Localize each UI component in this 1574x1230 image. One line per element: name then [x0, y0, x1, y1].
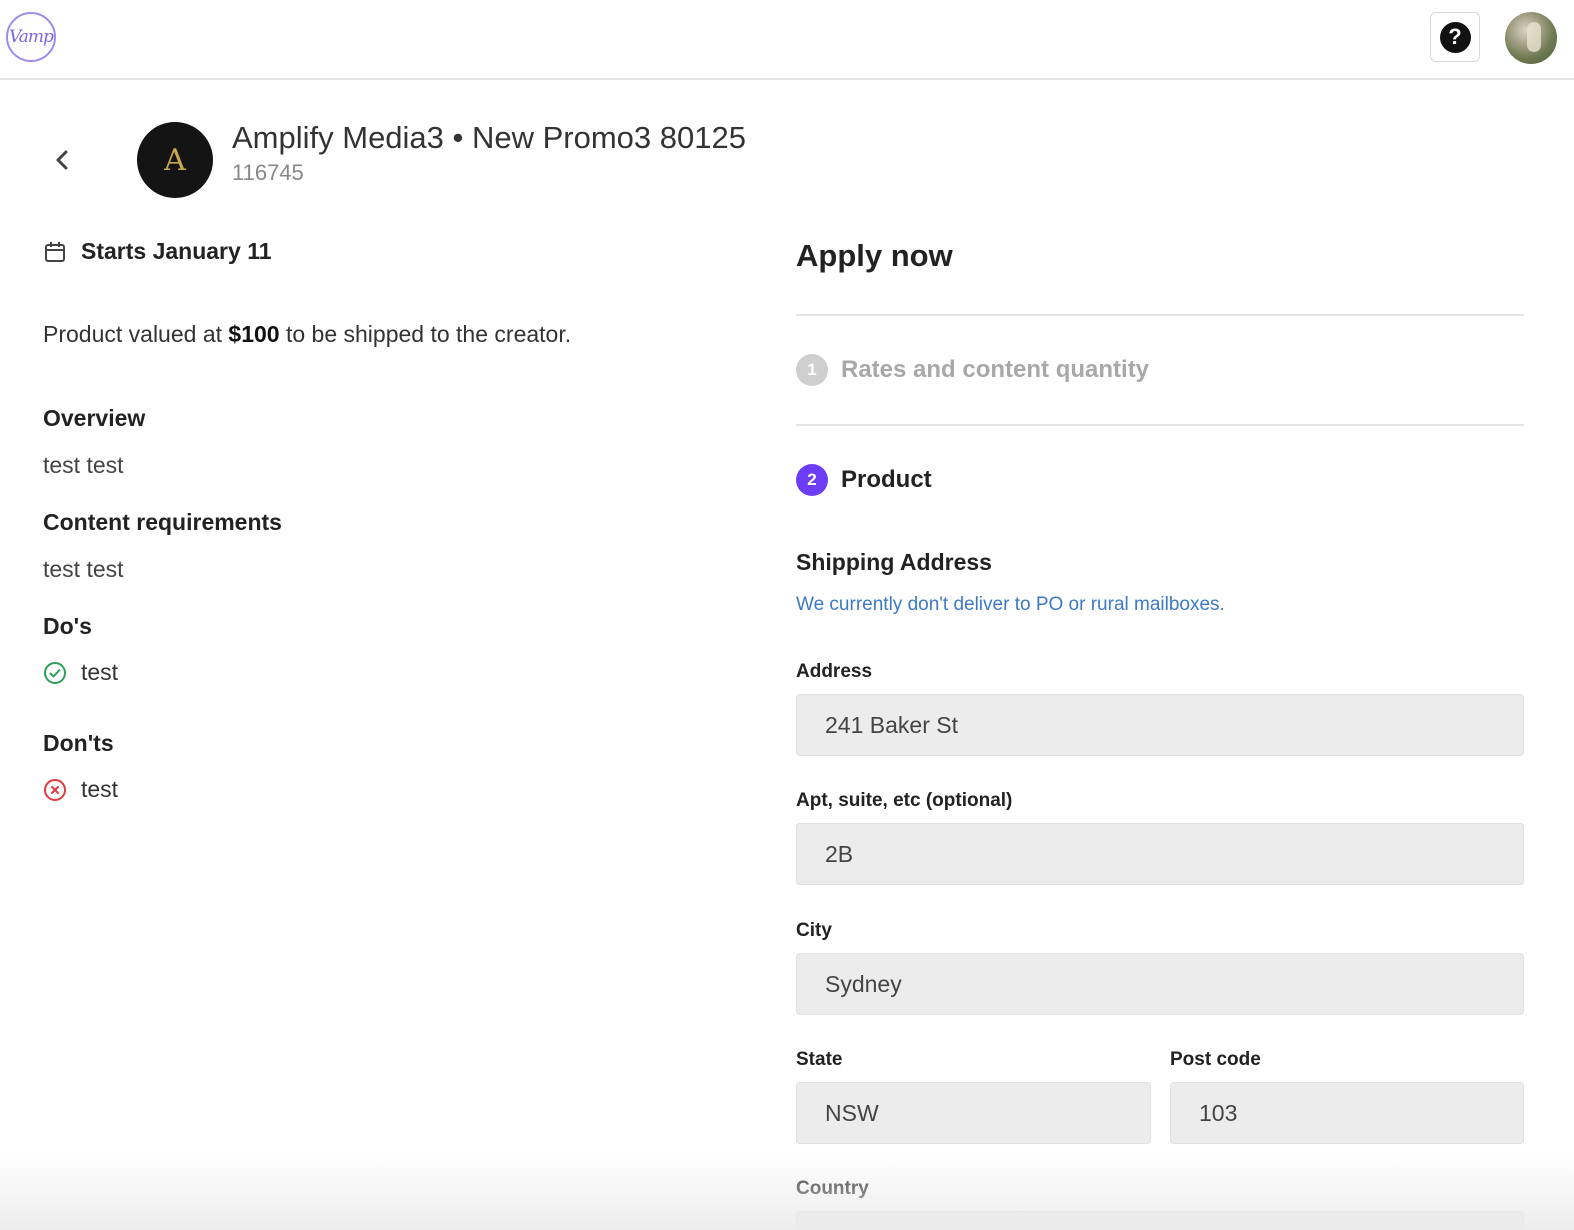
product-value-text: Product valued at $100 to be shipped to …: [43, 321, 571, 348]
step-label: Rates and content quantity: [841, 356, 1150, 383]
value-amount: $100: [228, 321, 280, 347]
help-button[interactable]: ?: [1430, 12, 1480, 62]
apt-label: Apt, suite, etc (optional): [796, 790, 1013, 811]
shipping-heading: Shipping Address: [796, 549, 992, 575]
vamp-logo[interactable]: Vamp: [6, 12, 56, 62]
campaign-id: 116745: [232, 160, 304, 185]
x-circle-icon: [44, 778, 66, 801]
top-bar: Vamp ?: [0, 0, 1574, 80]
question-circle-icon: ?: [1439, 21, 1471, 53]
campaign-title: Amplify Media3 • New Promo3 80125: [232, 120, 746, 155]
requirements-heading: Content requirements: [43, 509, 282, 535]
calendar-icon: [45, 241, 65, 262]
dos-item-text: test: [81, 659, 119, 685]
donts-heading: Don'ts: [43, 730, 114, 756]
country-input[interactable]: [796, 1211, 1524, 1230]
step-product[interactable]: 2 Product: [796, 464, 932, 496]
postcode-label: Post code: [1170, 1049, 1261, 1070]
postcode-input[interactable]: [1170, 1082, 1524, 1144]
check-circle-icon: [44, 661, 66, 684]
step-number: 1: [796, 354, 828, 386]
overview-text: test test: [43, 452, 124, 478]
city-label: City: [796, 920, 832, 941]
step-number: 2: [796, 464, 828, 496]
donts-item-text: test: [81, 776, 119, 802]
address-label: Address: [796, 661, 873, 682]
value-suffix: to be shipped to the creator.: [279, 321, 572, 347]
state-input[interactable]: [796, 1082, 1151, 1144]
brand-logo-glyph: A: [164, 142, 186, 178]
value-prefix: Product valued at: [43, 321, 229, 347]
chevron-left-icon: [56, 150, 68, 170]
logo-text: Vamp: [9, 27, 54, 47]
divider: [796, 424, 1524, 426]
state-label: State: [796, 1049, 843, 1070]
back-button[interactable]: [44, 140, 80, 180]
divider: [796, 314, 1524, 316]
apply-heading: Apply now: [796, 238, 953, 273]
apt-input[interactable]: [796, 823, 1524, 885]
city-input[interactable]: [796, 953, 1524, 1015]
country-label: Country: [796, 1178, 869, 1199]
address-input[interactable]: [796, 694, 1524, 756]
requirements-text: test test: [43, 556, 124, 582]
avatar[interactable]: [1505, 12, 1557, 64]
list-item: test: [43, 659, 118, 686]
list-item: test: [43, 776, 118, 803]
brand-logo: A: [137, 122, 213, 198]
dos-heading: Do's: [43, 613, 92, 639]
start-date-text: Starts January 11: [81, 238, 272, 264]
overview-heading: Overview: [43, 405, 146, 431]
step-label: Product: [841, 466, 932, 493]
shipping-note: We currently don't deliver to PO or rura…: [796, 594, 1225, 615]
start-date: Starts January 11: [43, 238, 272, 265]
step-rates[interactable]: 1 Rates and content quantity: [796, 354, 1149, 386]
